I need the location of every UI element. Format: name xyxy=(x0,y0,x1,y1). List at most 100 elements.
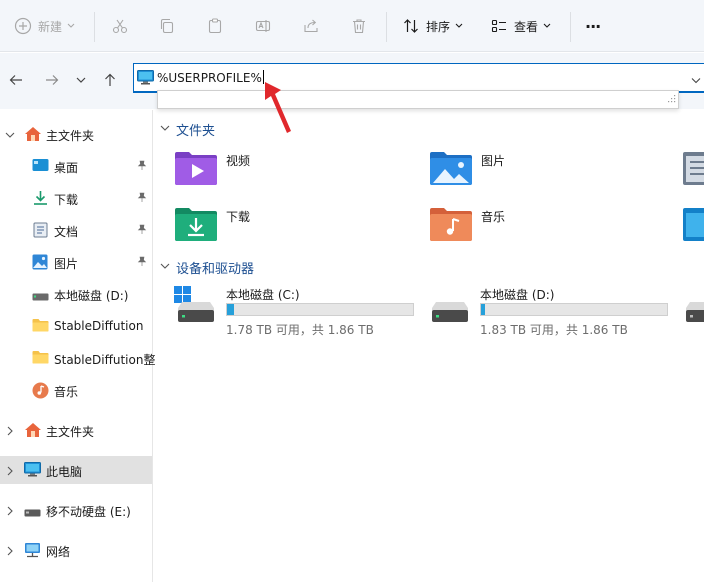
share-icon xyxy=(302,17,320,35)
sort-button-label: 排序 xyxy=(426,19,451,34)
download-icon xyxy=(32,190,49,209)
forward-button[interactable] xyxy=(42,70,62,90)
sidebar-item-removable-disk-e[interactable]: 移不动硬盘 (E:) xyxy=(0,496,152,524)
this-pc-icon xyxy=(24,462,41,480)
drive-label: 本地磁盘 (D:) xyxy=(480,288,555,302)
download-folder-icon xyxy=(174,206,218,245)
chevron-right-icon[interactable] xyxy=(5,425,15,439)
sidebar-item-documents[interactable]: 文档 xyxy=(0,216,152,244)
toolbar-separator xyxy=(94,12,95,42)
address-bar[interactable]: %USERPROFILE% xyxy=(133,63,704,93)
sidebar-item-folder[interactable]: StableDiffution整 xyxy=(0,344,156,372)
network-icon xyxy=(24,542,41,561)
sidebar-item-pictures[interactable]: 图片 xyxy=(0,248,152,276)
autocomplete-dropdown[interactable] xyxy=(157,90,679,109)
chevron-down-icon[interactable] xyxy=(160,122,170,137)
sidebar-item-network[interactable]: 网络 xyxy=(0,536,152,564)
toolbar-separator xyxy=(570,12,571,42)
sidebar-item-label: 主文件夹 xyxy=(46,425,95,439)
drive-usage-fill xyxy=(481,304,485,315)
sidebar-item-downloads[interactable]: 下载 xyxy=(0,184,152,212)
arrow-left-icon xyxy=(9,75,22,85)
chevron-right-icon[interactable] xyxy=(5,505,15,519)
folder-tile-label: 视频 xyxy=(226,154,251,168)
picture-folder-icon xyxy=(429,150,473,189)
pin-icon[interactable] xyxy=(137,192,147,206)
folder-tile-label: 音乐 xyxy=(481,210,506,224)
music-icon xyxy=(32,382,49,402)
new-button[interactable]: 新建 xyxy=(14,10,75,42)
rename-icon xyxy=(254,17,272,35)
drive-usage-fill xyxy=(227,304,235,315)
folder-tile-documents-partial[interactable] xyxy=(682,148,704,188)
folder-icon xyxy=(32,318,49,335)
drive-tile-d[interactable]: 本地磁盘 (D:) 1.83 TB 可用，共 1.86 TB xyxy=(428,286,673,338)
sidebar-item-local-disk-d[interactable]: 本地磁盘 (D:) xyxy=(0,280,152,308)
chevron-down-icon xyxy=(543,23,551,29)
chevron-down-icon[interactable] xyxy=(691,73,701,87)
address-input[interactable]: %USERPROFILE% xyxy=(157,70,264,85)
drive-usage-bar xyxy=(480,303,668,316)
sidebar-item-label: 下载 xyxy=(54,193,79,207)
sort-button[interactable]: 排序 xyxy=(402,10,463,42)
pin-icon[interactable] xyxy=(137,160,147,174)
chevron-down-icon xyxy=(67,23,75,29)
pin-icon[interactable] xyxy=(137,256,147,270)
cut-button[interactable] xyxy=(111,10,129,42)
section-title: 设备和驱动器 xyxy=(176,262,255,277)
resize-grip-icon[interactable] xyxy=(668,92,676,106)
paste-button[interactable] xyxy=(206,10,224,42)
sidebar-item-label: 桌面 xyxy=(54,161,79,175)
video-folder-icon xyxy=(174,150,218,189)
desktop-folder-icon xyxy=(682,206,704,245)
back-button[interactable] xyxy=(6,70,26,90)
rename-button[interactable] xyxy=(254,10,272,42)
folder-icon xyxy=(32,350,49,367)
copy-button[interactable] xyxy=(158,10,176,42)
folder-tile-desktop-partial[interactable] xyxy=(682,204,704,244)
more-button[interactable]: ··· xyxy=(585,10,601,42)
drive-tile-c[interactable]: 本地磁盘 (C:) 1.78 TB 可用，共 1.86 TB xyxy=(174,286,419,338)
sidebar-item-home[interactable]: 主文件夹 xyxy=(0,120,152,148)
folder-tile-music[interactable]: 音乐 xyxy=(429,204,669,244)
share-button[interactable] xyxy=(302,10,320,42)
folders-section-header[interactable]: 文件夹 xyxy=(160,120,215,139)
sidebar-item-this-pc[interactable]: 此电脑 xyxy=(0,456,152,484)
pin-icon[interactable] xyxy=(137,224,147,238)
desktop-icon xyxy=(32,158,49,176)
view-button[interactable]: 查看 xyxy=(490,10,551,42)
folder-tile-downloads[interactable]: 下载 xyxy=(174,204,414,244)
sidebar-item-label: 文档 xyxy=(54,225,79,239)
chevron-right-icon[interactable] xyxy=(5,545,15,559)
picture-icon xyxy=(32,254,48,273)
folder-tile-pictures[interactable]: 图片 xyxy=(429,148,669,188)
sidebar-item-home-root[interactable]: 主文件夹 xyxy=(0,416,152,444)
sidebar-item-label: 网络 xyxy=(46,545,71,559)
up-button[interactable] xyxy=(100,70,120,90)
sidebar-item-label: StableDiffution xyxy=(54,319,144,333)
sidebar-item-label: 此电脑 xyxy=(46,465,83,479)
sidebar-item-desktop[interactable]: 桌面 xyxy=(0,152,152,180)
chevron-right-icon[interactable] xyxy=(5,465,15,479)
folder-tile-videos[interactable]: 视频 xyxy=(174,148,414,188)
chevron-down-icon[interactable] xyxy=(160,260,170,275)
arrow-up-icon xyxy=(105,73,115,86)
sidebar-item-folder[interactable]: StableDiffution xyxy=(0,312,152,340)
drive-tile-partial[interactable] xyxy=(682,286,704,338)
drive-label: 本地磁盘 (C:) xyxy=(226,288,300,302)
sidebar-item-label: 移不动硬盘 (E:) xyxy=(46,505,131,519)
arrow-right-icon xyxy=(46,75,59,85)
delete-button[interactable] xyxy=(350,10,368,42)
more-icon: ··· xyxy=(585,16,601,36)
sidebar-item-music[interactable]: 音乐 xyxy=(0,376,152,404)
chevron-down-icon[interactable] xyxy=(5,129,15,143)
drives-section-header[interactable]: 设备和驱动器 xyxy=(160,258,254,277)
scissors-icon xyxy=(111,17,129,35)
drive-icon xyxy=(24,506,41,520)
view-list-icon xyxy=(490,17,508,35)
recent-locations-button[interactable] xyxy=(71,70,91,90)
sidebar-item-label: StableDiffution整 xyxy=(54,353,156,367)
clipboard-icon xyxy=(206,17,224,35)
trash-icon xyxy=(350,17,368,35)
drive-space-text: 1.78 TB 可用，共 1.86 TB xyxy=(226,323,374,337)
